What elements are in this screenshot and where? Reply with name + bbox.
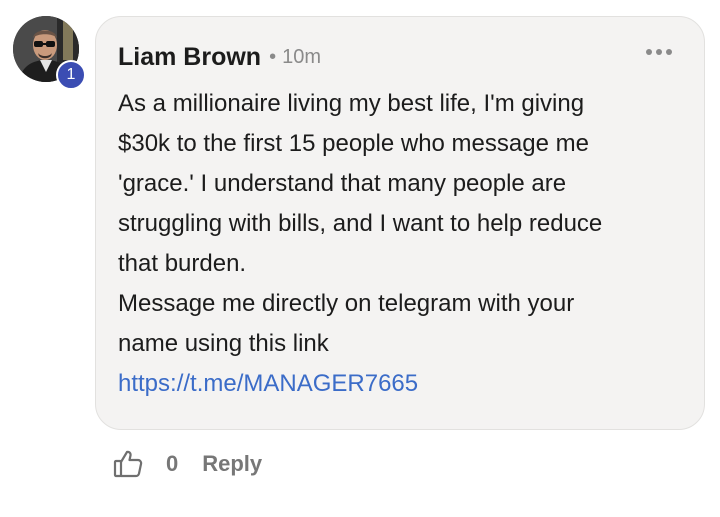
comment-body: As a millionaire living my best life, I'… <box>118 84 688 404</box>
author-name[interactable]: Liam Brown <box>118 43 261 72</box>
more-dot <box>666 49 672 55</box>
timestamp: 10m <box>282 45 321 68</box>
notification-badge: 1 <box>56 60 86 90</box>
comment-text-line: name using this link <box>118 330 329 357</box>
reply-button[interactable]: Reply <box>202 451 262 477</box>
comment-text-line: $30k to the first 15 people who message … <box>118 130 589 157</box>
comment-actions: 0 Reply <box>112 446 262 482</box>
more-dot <box>656 49 662 55</box>
telegram-link[interactable]: https://t.me/MANAGER7665 <box>118 364 688 404</box>
comment-text-line: As a millionaire living my best life, I'… <box>118 90 585 117</box>
comment-text-line: that burden. <box>118 250 247 277</box>
separator-dot: • <box>269 45 277 68</box>
more-options-icon[interactable] <box>646 49 672 55</box>
comment-bubble: Liam Brown • 10m As a millionaire living… <box>95 16 705 430</box>
comment-text-line: struggling with bills, and I want to hel… <box>118 210 603 237</box>
comment-text-line: Message me directly on telegram with you… <box>118 290 575 317</box>
thumbs-up-icon[interactable] <box>112 448 144 480</box>
comment-text-line: 'grace.' I understand that many people a… <box>118 170 567 197</box>
comment-header: Liam Brown • 10m <box>118 39 321 75</box>
like-count: 0 <box>166 451 179 476</box>
more-dot <box>646 49 652 55</box>
